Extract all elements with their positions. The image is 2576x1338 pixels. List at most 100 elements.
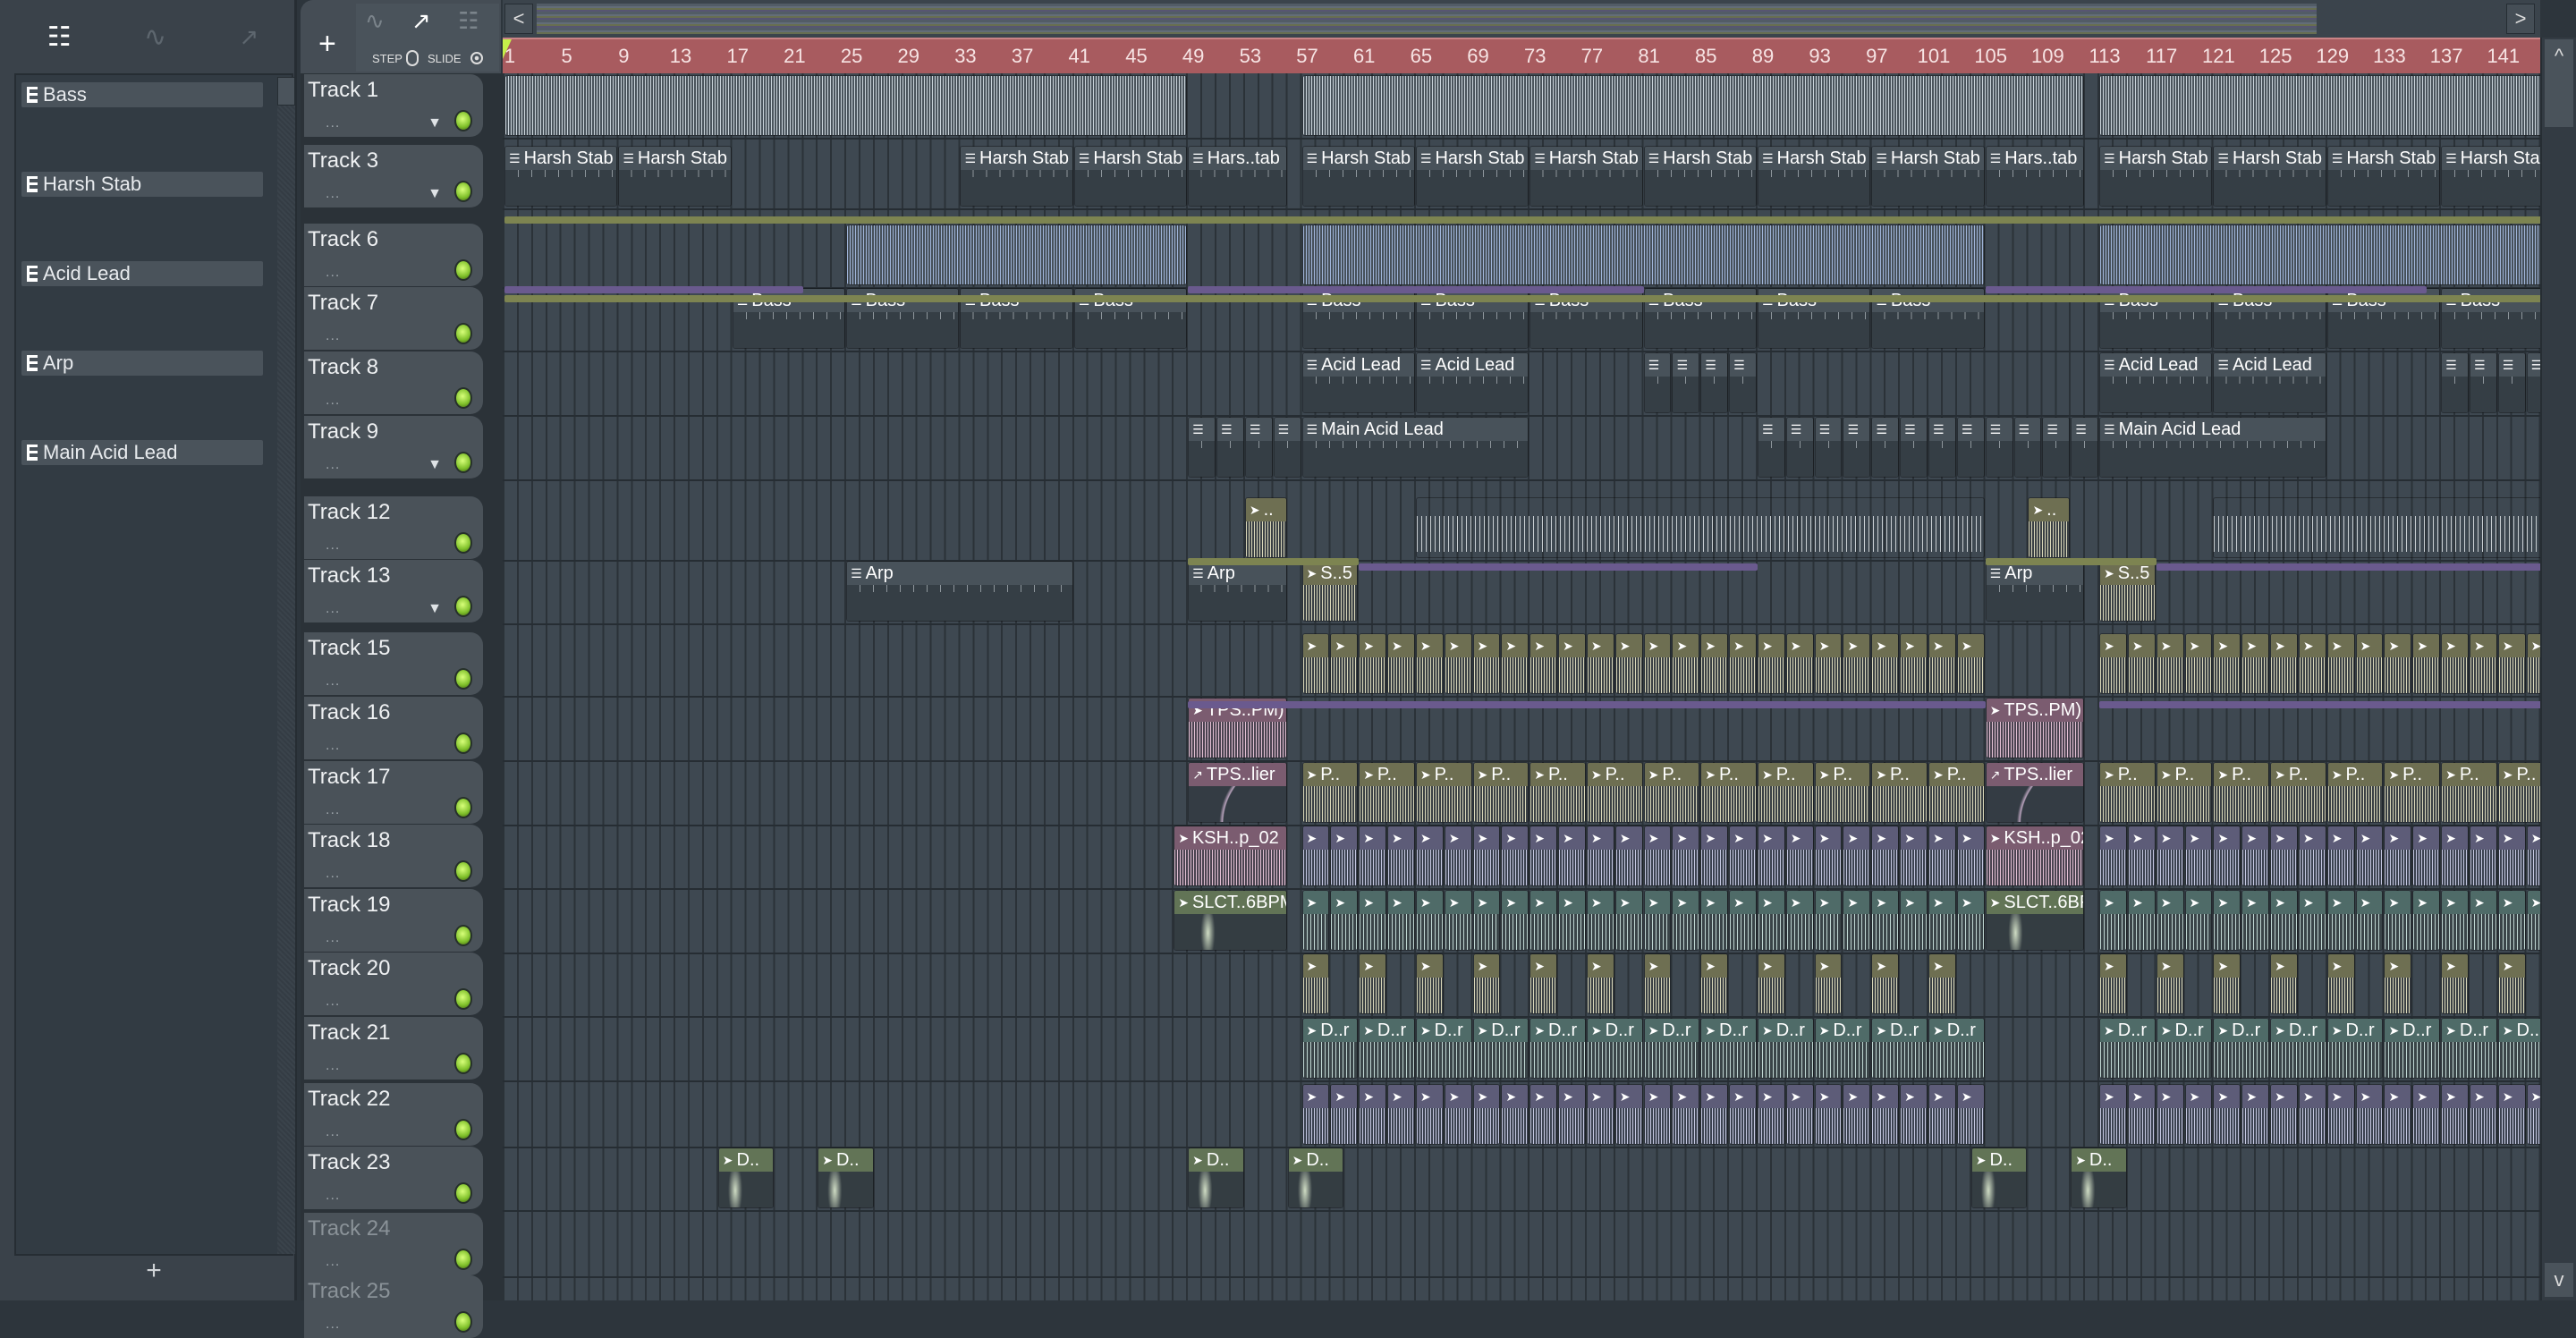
- playlist-clip[interactable]: ➤: [1415, 953, 1444, 1014]
- playlist-clip[interactable]: [846, 224, 1188, 285]
- playlist-clip[interactable]: ☰: [1700, 352, 1729, 413]
- playlist-clip[interactable]: ➤: [2326, 633, 2355, 694]
- playlist-clip[interactable]: ➤ P..: [1928, 762, 1985, 823]
- track-header[interactable]: Track 1... ▼: [304, 74, 483, 137]
- timeline-ruler[interactable]: 1 5 9 13 17 21 25 29 33 37 41 45 49 53 57 61 65 69 73 77 81 8…: [503, 38, 2540, 73]
- playlist-clip[interactable]: ➤ P..: [1871, 762, 1928, 823]
- playlist-clip[interactable]: ➤D..r: [2270, 1018, 2326, 1079]
- playlist-clip[interactable]: ➤: [2355, 633, 2384, 694]
- track-header[interactable]: Track 24...: [304, 1213, 483, 1275]
- playlist-clip[interactable]: ➤: [2469, 633, 2497, 694]
- track-options[interactable]: ...: [326, 1188, 340, 1204]
- slide-toggle[interactable]: [470, 52, 483, 64]
- collapse-arrow-icon[interactable]: ▼: [428, 186, 442, 202]
- playlist-clip[interactable]: ➤D..r: [1359, 1018, 1415, 1079]
- playlist-clip[interactable]: ☰: [1672, 352, 1700, 413]
- playlist-clip[interactable]: ☰ Acid Lead: [2213, 352, 2326, 413]
- track-mute-led[interactable]: [454, 733, 472, 754]
- playlist-clip[interactable]: ☰Harsh Stab: [1871, 146, 1985, 207]
- playlist-clip[interactable]: ☰Harsh Stab: [2099, 146, 2213, 207]
- track-mute-led[interactable]: [454, 181, 472, 202]
- playlist-clip[interactable]: ➤: [1643, 826, 1672, 886]
- playlist-clip[interactable]: ➤: [1614, 890, 1643, 951]
- track-options[interactable]: ...: [326, 115, 340, 131]
- playlist-clip[interactable]: ☰: [1729, 352, 1757, 413]
- playlist-clip[interactable]: ➤D..r: [1871, 1018, 1928, 1079]
- playlist-clip[interactable]: ➤: [2241, 826, 2270, 886]
- playlist-clip[interactable]: ➤: [2184, 1084, 2213, 1145]
- track-mute-led[interactable]: [454, 668, 472, 690]
- playlist-clip[interactable]: ➤: [1558, 890, 1586, 951]
- track-options[interactable]: ...: [326, 994, 340, 1010]
- playlist-clip[interactable]: ➤ D..: [2071, 1147, 2127, 1208]
- track-options[interactable]: ...: [326, 328, 340, 344]
- overview-minimap[interactable]: [537, 4, 2317, 34]
- playlist-clip[interactable]: ☰: [1900, 417, 1928, 478]
- playlist-clip[interactable]: ➤: [2184, 826, 2213, 886]
- playlist-clip[interactable]: ☰: [2013, 417, 2042, 478]
- playlist-clip[interactable]: ➤: [1301, 826, 1330, 886]
- playlist-clip[interactable]: ➤: [1359, 890, 1387, 951]
- playlist-clip[interactable]: ☰Harsh Stab: [1757, 146, 1871, 207]
- track-name[interactable]: Track 19: [308, 893, 390, 918]
- track-header[interactable]: Track 21...: [304, 1017, 483, 1080]
- track-name[interactable]: Track 1: [308, 78, 378, 103]
- playlist-clip[interactable]: ➤: [2099, 890, 2127, 951]
- playlist-clip[interactable]: ➤ P..: [1472, 762, 1530, 823]
- playlist-clip[interactable]: ☰: [1785, 417, 1814, 478]
- playlist-clip[interactable]: ☰: [2497, 352, 2526, 413]
- playlist-clip[interactable]: ➤..: [2028, 497, 2071, 558]
- playlist-clip[interactable]: ☰: [2042, 417, 2071, 478]
- track-name[interactable]: Track 16: [308, 700, 390, 725]
- track-mute-led[interactable]: [454, 532, 472, 554]
- pattern-item[interactable]: Bass: [21, 82, 263, 170]
- playlist-clip[interactable]: ➤: [2497, 826, 2526, 886]
- playlist-clip[interactable]: ➤ P..: [2497, 762, 2540, 823]
- playlist-clip[interactable]: ➤: [1444, 1084, 1472, 1145]
- playlist-clip[interactable]: ➤D..r: [1757, 1018, 1814, 1079]
- playlist-clip[interactable]: ➤: [1900, 890, 1928, 951]
- playlist-clip[interactable]: ➤: [1359, 953, 1387, 1014]
- playlist-clip[interactable]: ➤D..r: [1415, 1018, 1472, 1079]
- track-header[interactable]: Track 6...: [304, 224, 483, 286]
- playlist-clip[interactable]: ☰: [1757, 417, 1785, 478]
- playlist-clip[interactable]: ➤: [2326, 953, 2355, 1014]
- playlist-clip[interactable]: ➤: [2384, 953, 2412, 1014]
- playlist-clip[interactable]: ➤: [1900, 826, 1928, 886]
- playlist-clip[interactable]: ➤: [1387, 826, 1415, 886]
- playlist-clip[interactable]: ➤: [1871, 826, 1900, 886]
- playlist-clip[interactable]: ➤: [1757, 953, 1785, 1014]
- playlist-overview[interactable]: < >: [503, 0, 2540, 38]
- track-options[interactable]: ...: [326, 265, 340, 281]
- playlist-clip[interactable]: ☰Harsh Stab: [504, 146, 618, 207]
- playlist-clip[interactable]: ➤: [1956, 826, 1985, 886]
- playlist-clip[interactable]: [2099, 75, 2540, 136]
- track-options[interactable]: ...: [326, 1254, 340, 1270]
- playlist-clip[interactable]: ➤: [1301, 953, 1330, 1014]
- playlist-clip[interactable]: ➤: [1444, 633, 1472, 694]
- playlist-clip[interactable]: ➤ P..: [2441, 762, 2497, 823]
- playlist-clip[interactable]: ➤: [1387, 890, 1415, 951]
- playlist-clip[interactable]: ☰ Arp: [1188, 561, 1287, 622]
- playlist-clip[interactable]: ➤: [1501, 1084, 1530, 1145]
- track-mute-led[interactable]: [454, 860, 472, 882]
- playlist-clip[interactable]: ➤: [1415, 1084, 1444, 1145]
- playlist-clip[interactable]: ☰ Main Acid Lead: [2099, 417, 2326, 478]
- playlist-clip[interactable]: ➤: [1928, 890, 1956, 951]
- playlist-clip[interactable]: ➤: [1387, 1084, 1415, 1145]
- playlist-clip[interactable]: ➤: [1330, 1084, 1359, 1145]
- track-header[interactable]: Track 8...: [304, 351, 483, 414]
- track-options[interactable]: ...: [326, 601, 340, 617]
- track-options[interactable]: ...: [326, 1058, 340, 1074]
- playlist-clip[interactable]: ➤D..r: [1700, 1018, 1757, 1079]
- playlist-clip[interactable]: ➤ D..: [717, 1147, 775, 1208]
- playlist-clip[interactable]: ➤: [2213, 953, 2241, 1014]
- track-header[interactable]: Track 3... ▼: [304, 145, 483, 207]
- playlist-clip[interactable]: [2099, 224, 2540, 285]
- playlist-clip[interactable]: ☰Harsh Stab: [2213, 146, 2326, 207]
- playlist-clip[interactable]: ➤: [2213, 890, 2241, 951]
- track-header[interactable]: Track 7...: [304, 287, 483, 350]
- playlist-clip[interactable]: ➤D..r: [2384, 1018, 2441, 1079]
- track-header[interactable]: Track 12...: [304, 496, 483, 559]
- playlist-clip[interactable]: ➤: [1415, 890, 1444, 951]
